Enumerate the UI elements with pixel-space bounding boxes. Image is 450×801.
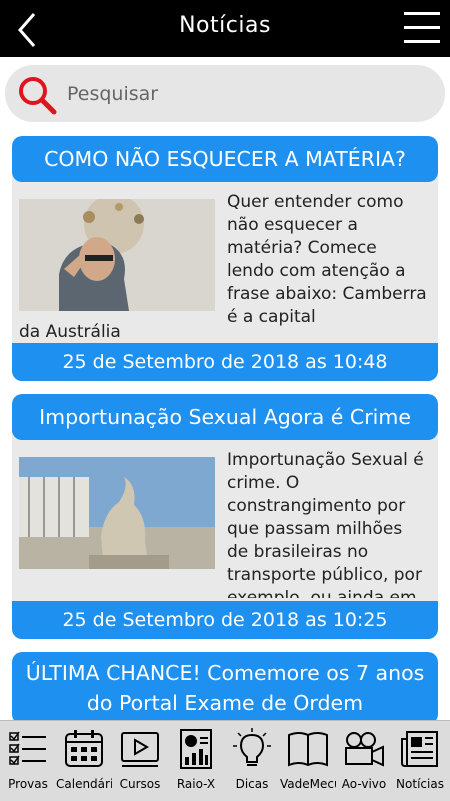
news-title[interactable]: COMO NÃO ESQUECER A MATÉRIA? xyxy=(12,136,438,182)
news-card[interactable]: COMO NÃO ESQUECER A MATÉRIA? Quer entend… xyxy=(12,136,438,381)
news-card[interactable]: Importunação Sexual Agora é Crime Import… xyxy=(12,394,438,639)
news-thumbnail-image xyxy=(19,199,215,311)
nav-item-raio-x[interactable]: Raio-X xyxy=(168,725,224,797)
news-excerpt-overflow: da Austrália xyxy=(19,322,121,340)
newspaper-icon xyxy=(401,731,438,767)
nav-label: Notícias xyxy=(396,777,444,791)
search-bar[interactable] xyxy=(5,65,445,122)
nav-label: Raio-X xyxy=(176,777,216,791)
video-camera-icon xyxy=(345,732,384,767)
report-chart-icon xyxy=(180,729,212,769)
page-title: Notícias xyxy=(179,13,271,38)
video-player-icon xyxy=(121,732,159,767)
nav-item-calendario[interactable]: Calendário xyxy=(56,725,112,797)
top-bar: Notícias xyxy=(0,0,450,57)
nav-label: Provas xyxy=(8,777,48,791)
news-thumbnail-image xyxy=(19,457,215,569)
news-body: Importunação Sexual é crime. O constrang… xyxy=(12,440,438,598)
news-title[interactable]: ÚLTIMA CHANCE! Comemore os 7 anos do Por… xyxy=(12,652,438,720)
nav-item-noticias[interactable]: Notícias xyxy=(392,725,448,797)
bottom-nav: Provas Calendário Cursos xyxy=(0,720,450,801)
hamburger-menu-icon[interactable] xyxy=(402,8,442,48)
lightbulb-icon xyxy=(233,728,271,766)
nav-item-ao-vivo[interactable]: Ao-vivo xyxy=(336,725,392,797)
nav-label: Ao-vivo xyxy=(341,777,387,791)
nav-item-cursos[interactable]: Cursos xyxy=(112,725,168,797)
open-book-icon xyxy=(288,732,328,767)
news-list[interactable]: COMO NÃO ESQUECER A MATÉRIA? Quer entend… xyxy=(0,57,450,720)
nav-label: Cursos xyxy=(119,777,161,791)
calendar-icon xyxy=(65,730,103,767)
nav-item-provas[interactable]: Provas xyxy=(0,725,56,797)
news-date: 25 de Setembro de 2018 as 10:25 xyxy=(12,601,438,639)
nav-item-dicas[interactable]: Dicas xyxy=(224,725,280,797)
nav-item-vademecum[interactable]: VadeMecum xyxy=(280,725,336,797)
nav-label: Dicas xyxy=(235,777,269,791)
checklist-icon xyxy=(9,731,46,765)
news-card[interactable]: ÚLTIMA CHANCE! Comemore os 7 anos do Por… xyxy=(12,652,438,720)
news-excerpt: Quer entender como não esquecer a matéri… xyxy=(227,192,427,327)
nav-label: Calendário xyxy=(56,777,112,791)
search-icon[interactable] xyxy=(17,75,57,115)
search-input[interactable] xyxy=(65,77,429,111)
news-date: 25 de Setembro de 2018 as 10:48 xyxy=(12,343,438,381)
news-body: Quer entender como não esquecer a matéri… xyxy=(12,182,438,340)
news-excerpt: Importunação Sexual é crime. O constrang… xyxy=(227,450,424,598)
nav-label: VadeMecum xyxy=(280,777,336,791)
news-title[interactable]: Importunação Sexual Agora é Crime xyxy=(12,394,438,440)
